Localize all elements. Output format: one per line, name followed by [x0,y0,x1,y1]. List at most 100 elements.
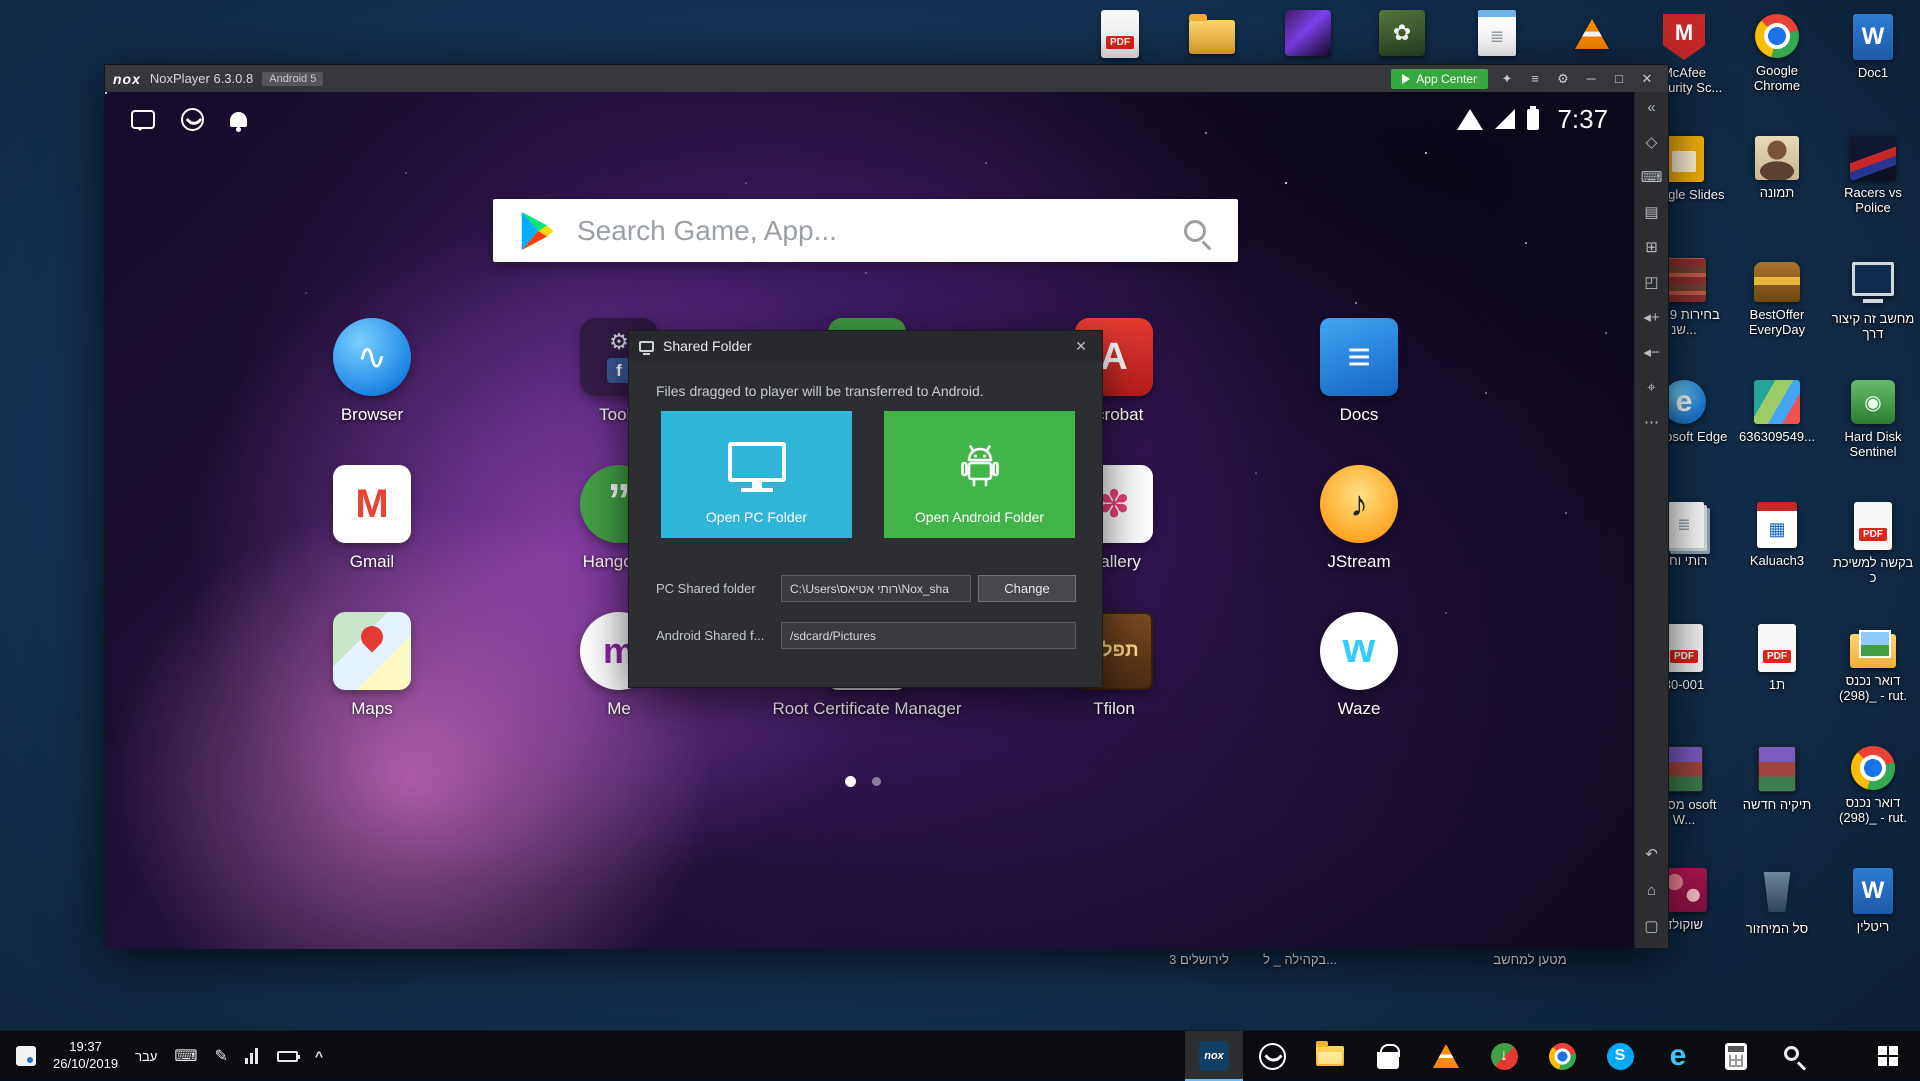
taskbar-whatsapp[interactable] [1243,1031,1301,1081]
nox-titlebar[interactable]: nox NoxPlayer 6.3.0.8 Android 5 App Cent… [105,65,1668,92]
pdf-icon: PDF [1854,502,1892,550]
boss-key-icon[interactable]: ◇ [1646,135,1658,150]
pdf-file-icon: PDF [1101,10,1139,58]
taskbar-download-manager[interactable]: ↓ [1475,1031,1533,1081]
volume-up-icon[interactable]: ◂+ [1643,310,1659,325]
windows-logo-icon [1878,1046,1898,1066]
taskbar-nox[interactable]: nox [1185,1031,1243,1081]
tray-notification-icon[interactable] [16,1046,36,1066]
battery-tray-icon[interactable] [277,1051,298,1062]
desktop-icon-folder[interactable] [1182,10,1242,54]
app-gmail[interactable]: MGmail [252,465,492,572]
more-options-icon[interactable]: ⋯ [1644,415,1659,430]
desktop-icon-label[interactable]: בקהילה _ ל... [1225,952,1375,967]
desktop-icon-vlc-media[interactable] [1562,10,1622,58]
desktop-icon-pdf-file[interactable]: PDF [1090,10,1150,58]
taskbar-store[interactable] [1359,1031,1417,1081]
desktop-icon-label: דואר נכנס (298)_ - rut. [1829,795,1917,826]
taskbar-chrome[interactable] [1533,1031,1591,1081]
app-center-button[interactable]: App Center [1391,69,1488,89]
desktop-icon-chrome[interactable]: דואר נכנס (298)_ - rut. [1829,746,1917,826]
taskbar-file-explorer[interactable] [1301,1031,1359,1081]
app-label: Tfilon [1093,699,1135,719]
pc-monitor-icon [728,442,786,482]
taskbar-clock[interactable]: 19:37 26/10/2019 [53,1039,118,1073]
app-maps[interactable]: Maps [252,612,492,719]
screenshot-icon[interactable]: ⊞ [1645,240,1658,255]
pen-icon[interactable]: ✎ [214,1046,227,1066]
settings-gear-icon[interactable]: ⚙ [1550,69,1576,89]
desktop-icon-label[interactable]: מטען למחשב [1455,952,1605,967]
taskbar-calculator[interactable] [1707,1031,1765,1081]
desktop-icon-folderimg[interactable]: דואר נכנס (298)_ - rut. [1829,624,1917,704]
app-waze[interactable]: w Waze [1239,612,1479,719]
desktop-icon-game-shortcut[interactable] [1278,10,1338,56]
dialog-header[interactable]: Shared Folder ✕ [629,331,1102,361]
pc-shared-folder-input[interactable] [781,575,971,602]
desktop-icon-img636[interactable]: 636309549... [1733,380,1821,444]
desktop-icon-portrait[interactable]: תמונה [1733,136,1821,200]
open-android-folder-button[interactable]: Open Android Folder [884,411,1075,538]
nox-logo: nox [113,71,141,87]
hidden-icons-chevron[interactable]: ^ [315,1048,323,1064]
desktop-icon-word[interactable]: Wריטלין [1829,868,1917,934]
change-button[interactable]: Change [978,575,1076,602]
start-button[interactable] [1862,1031,1914,1081]
desktop-icon-word[interactable]: WDoc1 [1829,14,1917,80]
network-icon[interactable] [245,1048,260,1064]
desktop-icon-label: 1ת [1733,677,1821,692]
explorer-icon [1316,1046,1344,1066]
app-label: Waze [1338,699,1381,719]
fullscreen-icon[interactable]: ◰ [1644,275,1658,290]
back-button[interactable]: ↶ [1645,847,1658,862]
taskbar-search[interactable] [1765,1031,1823,1081]
menu-icon[interactable]: ≡ [1522,69,1548,89]
app-docs[interactable]: ≡Docs [1239,318,1479,425]
desktop-icon-pdf[interactable]: PDF1ת [1733,624,1821,692]
android-shared-folder-input[interactable] [781,622,1076,649]
desktop-icon-chrome[interactable]: Google Chrome [1733,14,1821,94]
desktop-icon-pdf[interactable]: PDFבקשה למשיכת כ [1829,502,1917,586]
taskbar-skype[interactable]: S [1591,1031,1649,1081]
macro-recorder-icon[interactable]: ▤ [1644,205,1658,220]
dialog-info-text: Files dragged to player will be transfer… [656,383,984,399]
recents-button[interactable]: ▢ [1644,919,1658,934]
desktop-icon-kaluach[interactable]: ▦ Kaluach3 [1733,502,1821,568]
desktop-icon-recycle[interactable]: סל המיחזור [1733,868,1821,936]
desktop-icon-racers[interactable]: Racers vs Police [1829,136,1917,216]
desktop-icon-label: Kaluach3 [1733,553,1821,568]
dialog-close-icon[interactable]: ✕ [1070,338,1092,355]
android-robot-icon [953,440,1007,492]
open-pc-folder-button[interactable]: Open PC Folder [661,411,852,538]
minimize-icon[interactable]: ─ [1578,69,1604,89]
mcafee-icon: M [1663,14,1705,60]
app-label: Root Certificate Manager [773,699,962,719]
home-button[interactable]: ⌂ [1647,883,1656,898]
desktop-icon-rar[interactable]: תיקיה חדשה [1733,746,1821,812]
icon-glyph: ▦ [1768,519,1785,540]
volume-down-icon[interactable]: ◂− [1643,345,1659,360]
desktop-icon-thispc[interactable]: מחשב זה קיצור דרך [1829,258,1917,342]
maximize-icon[interactable]: □ [1606,69,1632,89]
taskbar-edge[interactable]: e [1649,1031,1707,1081]
desktop-icon-flowers-image[interactable]: ✿ [1372,10,1432,56]
keyboard-control-icon[interactable]: ⌨ [1641,170,1663,185]
window-title: NoxPlayer 6.3.0.8 [150,71,253,86]
close-icon[interactable]: ✕ [1634,69,1660,89]
app-label: Browser [341,405,403,425]
noxplayer-window: nox NoxPlayer 6.3.0.8 Android 5 App Cent… [104,64,1669,949]
desktop-icon-chest[interactable]: BestOffer EveryDay [1733,258,1821,338]
language-indicator[interactable]: עבר [135,1049,157,1064]
system-tray: 19:37 26/10/2019 עבר ⌨ ✎ ^ [0,1031,323,1081]
app-jstream[interactable]: ♪JStream [1239,465,1479,572]
desktop-icon-hds[interactable]: ◉Hard Disk Sentinel [1829,380,1917,460]
taskbar-vlc[interactable] [1417,1031,1475,1081]
desktop-icon-notepad-file[interactable]: ≣ [1467,10,1527,56]
app-browser[interactable]: ∿Browser [252,318,492,425]
touch-keyboard-icon[interactable]: ⌨ [174,1046,197,1066]
icon-glyph: w [1343,624,1376,672]
virtual-location-icon[interactable]: ⌖ [1647,380,1655,395]
collapse-sidebar-icon[interactable]: « [1647,100,1655,115]
promo-gift-icon[interactable]: ✦ [1494,69,1520,89]
icon-glyph: PDF [1106,36,1134,49]
